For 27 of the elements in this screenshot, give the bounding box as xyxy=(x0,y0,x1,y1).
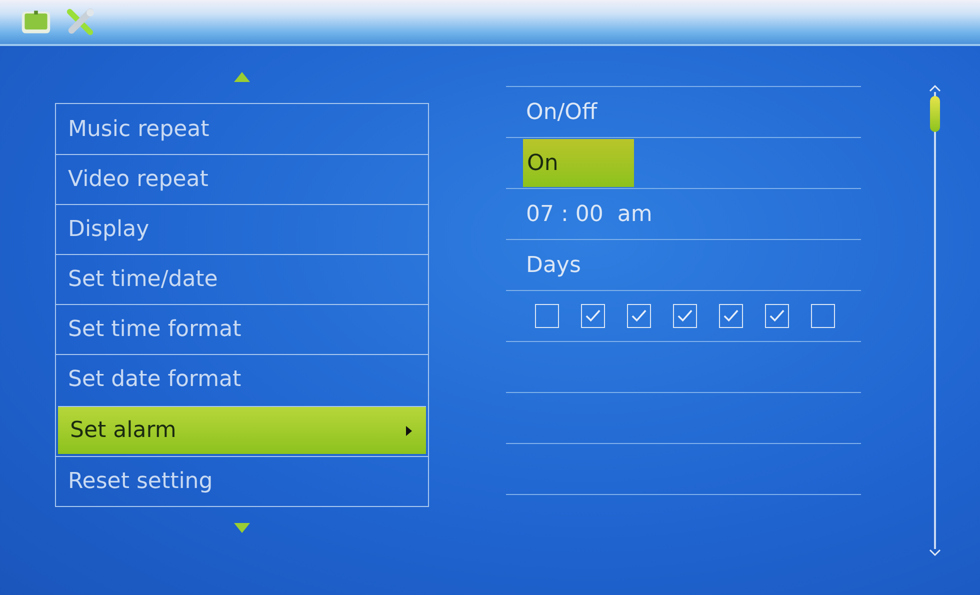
days-label: Days xyxy=(526,252,581,278)
tools-icon[interactable] xyxy=(64,8,96,36)
menu-item[interactable]: Set date format xyxy=(56,354,428,404)
day-checkbox[interactable] xyxy=(627,304,651,328)
day-checkbox[interactable] xyxy=(719,304,743,328)
menu-item[interactable]: Set time format xyxy=(56,304,428,354)
scrollbar-thumb[interactable] xyxy=(930,96,940,132)
chevron-up-icon[interactable] xyxy=(929,84,941,92)
caret-icon xyxy=(406,426,412,436)
alarm-time[interactable]: 07 : 00 am xyxy=(526,202,652,226)
memory-card-icon[interactable] xyxy=(20,8,52,36)
day-checkbox[interactable] xyxy=(765,304,789,328)
menu-item[interactable]: Video repeat xyxy=(56,154,428,204)
on-off-value[interactable]: On xyxy=(523,139,634,187)
on-off-label: On/Off xyxy=(526,100,598,124)
day-checkbox[interactable] xyxy=(581,304,605,328)
menu-item[interactable]: Reset setting xyxy=(56,456,428,506)
menu-item[interactable]: Music repeat xyxy=(56,104,428,154)
menu-item[interactable]: Set time/date xyxy=(56,254,428,304)
scroll-up-arrow-icon[interactable] xyxy=(234,72,250,82)
day-checkbox[interactable] xyxy=(811,304,835,328)
menu-item[interactable]: Set alarm xyxy=(58,406,426,454)
day-checkbox[interactable] xyxy=(673,304,697,328)
day-checkbox[interactable] xyxy=(535,304,559,328)
scroll-down-arrow-icon[interactable] xyxy=(234,523,250,533)
chevron-down-icon[interactable] xyxy=(929,549,941,557)
menu-item[interactable]: Display xyxy=(56,204,428,254)
